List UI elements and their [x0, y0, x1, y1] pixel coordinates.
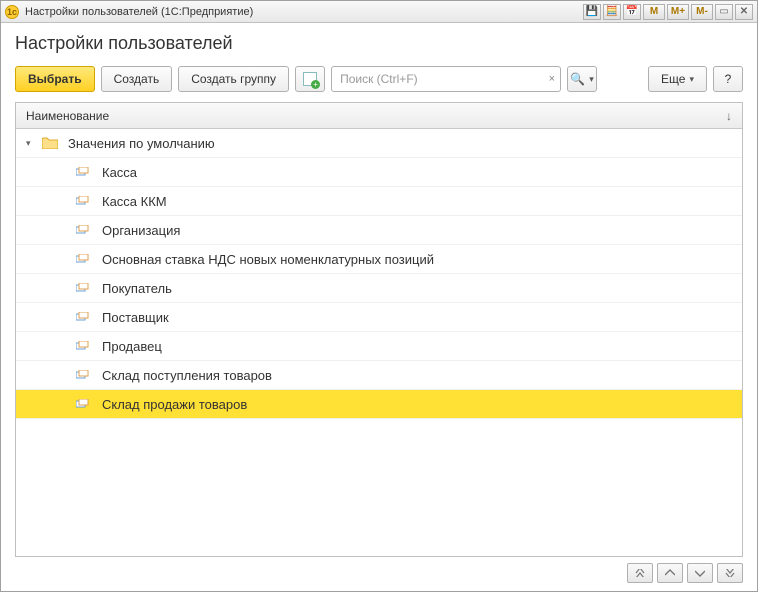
tree-item-row[interactable]: Склад поступления товаров: [16, 361, 742, 390]
window-close-icon[interactable]: ✕: [735, 4, 753, 20]
create-group-button[interactable]: Создать группу: [178, 66, 289, 92]
nav-last-icon[interactable]: [717, 563, 743, 583]
window-title: Настройки пользователей (1С:Предприятие): [25, 6, 583, 18]
tool-calc-icon[interactable]: 🧮: [603, 4, 621, 20]
titlebar: 1c Настройки пользователей (1С:Предприят…: [1, 1, 757, 23]
chevron-down-icon: ▾: [689, 74, 694, 85]
toolbar: Выбрать Создать Создать группу × 🔍▾ Еще▾…: [15, 66, 743, 92]
item-label: Касса ККМ: [102, 194, 167, 209]
tree-item-row[interactable]: Касса ККМ: [16, 187, 742, 216]
item-icon: [76, 254, 90, 264]
tree-item-row[interactable]: Основная ставка НДС новых номенклатурных…: [16, 245, 742, 274]
tree-item-row[interactable]: Касса: [16, 158, 742, 187]
item-icon: [76, 167, 90, 177]
item-icon: [76, 341, 90, 351]
item-icon: [76, 399, 90, 409]
nav-down-icon[interactable]: [687, 563, 713, 583]
help-button[interactable]: ?: [713, 66, 743, 92]
item-label: Продавец: [102, 339, 162, 354]
content: Настройки пользователей Выбрать Создать …: [1, 23, 757, 591]
list-header[interactable]: Наименование ↓: [16, 103, 742, 129]
tree-group-row[interactable]: ▾ Значения по умолчанию: [16, 129, 742, 158]
item-label: Касса: [102, 165, 137, 180]
item-icon: [76, 196, 90, 206]
item-label: Склад продажи товаров: [102, 397, 247, 412]
doc-plus-icon: [303, 72, 317, 86]
tool-m-minus[interactable]: M-: [691, 4, 713, 20]
tree-item-row[interactable]: Склад продажи товаров: [16, 390, 742, 419]
item-label: Основная ставка НДС новых номенклатурных…: [102, 252, 434, 267]
group-label: Значения по умолчанию: [68, 136, 215, 151]
search-icon: 🔍: [570, 72, 585, 86]
item-icon: [76, 370, 90, 380]
create-doc-button[interactable]: [295, 66, 325, 92]
item-icon: [76, 283, 90, 293]
tree-item-row[interactable]: Поставщик: [16, 303, 742, 332]
tool-m[interactable]: M: [643, 4, 665, 20]
chevron-down-icon: ▾: [589, 74, 594, 85]
collapse-toggle-icon[interactable]: ▾: [26, 138, 36, 149]
window: 1c Настройки пользователей (1С:Предприят…: [0, 0, 758, 592]
search-box: ×: [331, 66, 561, 92]
titlebar-tools: 💾 🧮 📅 M M+ M- ▭ ✕: [583, 4, 753, 20]
search-menu-button[interactable]: 🔍▾: [567, 66, 597, 92]
column-header: Наименование: [26, 109, 726, 123]
create-button[interactable]: Создать: [101, 66, 173, 92]
item-icon: [76, 312, 90, 322]
nav-first-icon[interactable]: [627, 563, 653, 583]
search-input[interactable]: [331, 66, 561, 92]
folder-icon: [42, 137, 58, 149]
tool-calendar-icon[interactable]: 📅: [623, 4, 641, 20]
list-container: Наименование ↓ ▾ Значения по умолчанию К…: [15, 102, 743, 557]
item-label: Покупатель: [102, 281, 172, 296]
nav-up-icon[interactable]: [657, 563, 683, 583]
tool-m-plus[interactable]: M+: [667, 4, 689, 20]
tool-save-icon[interactable]: 💾: [583, 4, 601, 20]
item-label: Склад поступления товаров: [102, 368, 272, 383]
tree-item-row[interactable]: Продавец: [16, 332, 742, 361]
tree: ▾ Значения по умолчанию Касса Касса ККМ Ор…: [16, 129, 742, 556]
item-label: Организация: [102, 223, 180, 238]
more-button[interactable]: Еще ▾: [648, 66, 707, 92]
select-button[interactable]: Выбрать: [15, 66, 95, 92]
tree-item-row[interactable]: Покупатель: [16, 274, 742, 303]
clear-search-icon[interactable]: ×: [549, 73, 555, 85]
page-title: Настройки пользователей: [15, 33, 743, 54]
window-minimize-icon[interactable]: ▭: [715, 4, 733, 20]
item-icon: [76, 225, 90, 235]
sort-icon: ↓: [726, 109, 732, 123]
tree-item-row[interactable]: Организация: [16, 216, 742, 245]
more-label: Еще: [661, 72, 685, 86]
item-label: Поставщик: [102, 310, 169, 325]
footer-nav: [15, 557, 743, 583]
app-icon: 1c: [5, 5, 19, 19]
